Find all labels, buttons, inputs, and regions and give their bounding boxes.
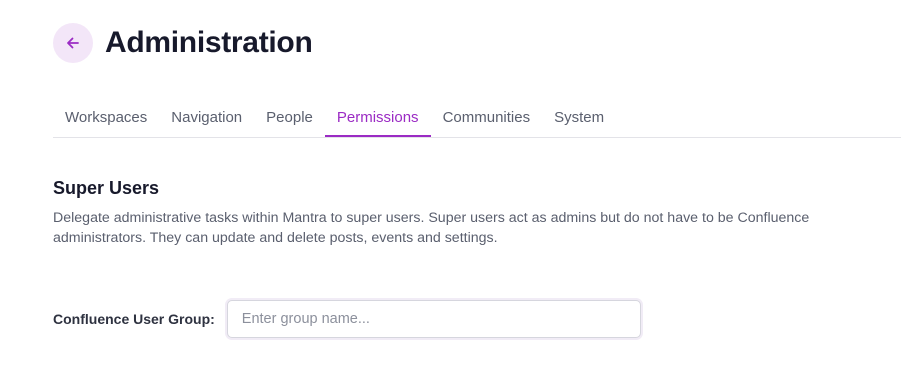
section-title: Super Users: [53, 178, 160, 198]
tab-bar: Workspaces Navigation People Permissions…: [53, 98, 901, 138]
tab-workspaces[interactable]: Workspaces: [53, 98, 159, 136]
user-group-input[interactable]: [226, 300, 641, 338]
tab-permissions[interactable]: Permissions: [324, 98, 431, 137]
page-header: Administration: [53, 23, 313, 63]
tab-communities[interactable]: Communities: [431, 98, 543, 136]
back-button[interactable]: [53, 23, 93, 63]
tab-system[interactable]: System: [542, 98, 616, 136]
user-group-label: Confluence User Group:: [53, 311, 215, 327]
user-group-field-row: Confluence User Group:: [53, 300, 641, 338]
page-title: Administration: [105, 26, 313, 59]
section-description: Delegate administrative tasks within Man…: [53, 210, 810, 246]
tab-navigation[interactable]: Navigation: [159, 98, 254, 136]
arrow-left-icon: [67, 37, 79, 49]
tab-people[interactable]: People: [254, 98, 325, 136]
